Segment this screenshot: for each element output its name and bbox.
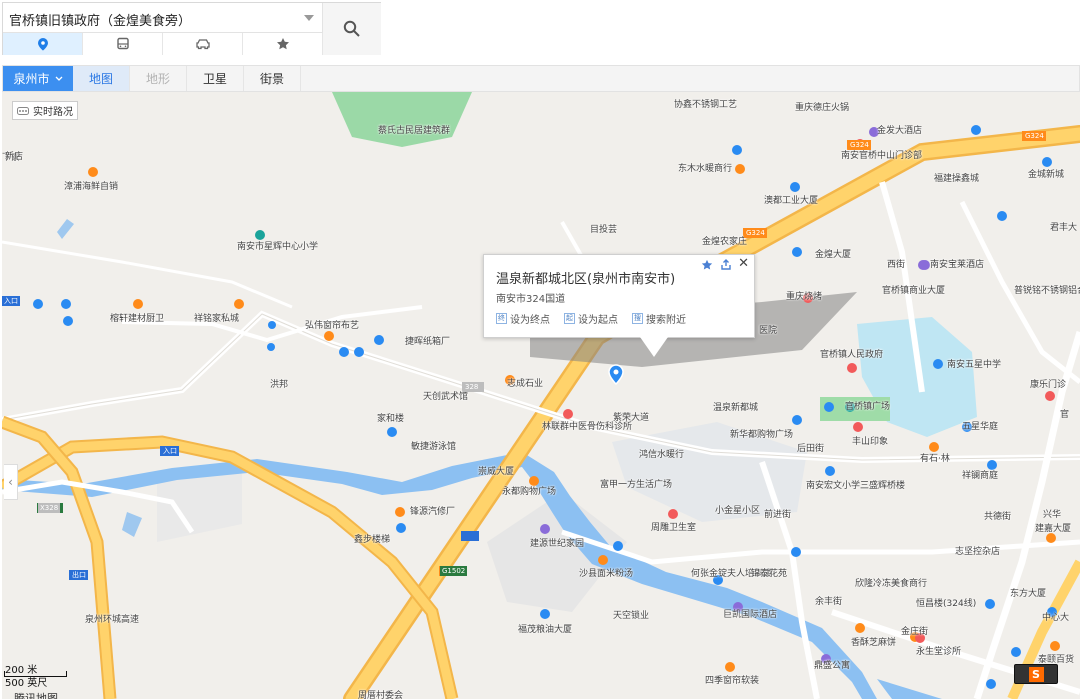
search-query-text: 官桥镇旧镇政府（金煌美食旁） (9, 14, 192, 29)
popup-address: 南安市324国道 (496, 294, 566, 305)
search-nearby-label: 搜索附近 (646, 315, 686, 326)
road-label: 328 (463, 382, 481, 392)
tab-favorites[interactable] (243, 33, 323, 55)
popup-pointer (640, 337, 668, 357)
road-label: 入口 (161, 446, 179, 456)
destination-icon: 终 (496, 313, 507, 324)
brand-logo: 腾讯地图 (14, 692, 58, 699)
location-popup: 温泉新都城北区(泉州市南安市) 南安市324国道 终 设为终点 起 设为起点 搜… (483, 254, 755, 338)
tab-terrain[interactable]: 地形 (130, 66, 187, 91)
search-nearby-icon: 搜 (632, 313, 643, 324)
chevron-down-icon (55, 76, 62, 81)
star-icon (276, 38, 289, 50)
tab-satellite[interactable]: 卫星 (187, 66, 244, 91)
set-destination-label: 设为终点 (510, 315, 550, 326)
set-origin-action[interactable]: 起 设为起点 (564, 311, 618, 326)
set-origin-label: 设为起点 (578, 315, 618, 326)
favorite-star-icon[interactable] (701, 259, 713, 271)
city-selector[interactable]: 泉州市 (3, 66, 73, 91)
map-canvas[interactable]: 实时路况 ‹ S 蔡氏古民居建筑群 下寮 漳浦海鲜自销 南安市星辉中心小学 榕轩建材厨卫… (2, 92, 1080, 699)
search-panel: 官桥镇旧镇政府（金煌美食旁） (2, 2, 381, 55)
scale-bar (4, 671, 67, 677)
tab-map[interactable]: 地图 (73, 66, 130, 91)
map-app: 官桥镇旧镇政府（金煌美食旁） 泉州市 地图 地形 卫星 街景 实时路况 ‹ S … (0, 0, 1080, 699)
search-nearby-action[interactable]: 搜 搜索附近 (632, 311, 686, 326)
search-input[interactable]: 官桥镇旧镇政府（金煌美食旁） (3, 3, 323, 33)
s-widget[interactable]: S (1014, 664, 1058, 684)
tab-location[interactable] (3, 33, 83, 55)
dropdown-arrow-icon[interactable] (304, 15, 314, 21)
popup-tools (701, 259, 732, 271)
search-icon (343, 20, 360, 37)
road-label: 出口 (70, 570, 88, 580)
road-label: G324 (744, 228, 767, 238)
tab-car[interactable] (163, 33, 243, 55)
share-icon[interactable] (720, 259, 732, 271)
set-destination-action[interactable]: 终 设为终点 (496, 311, 550, 326)
tab-street-view[interactable]: 街景 (244, 66, 301, 91)
road-labels-layer: G324 G324 G324 G1502 X328 328 入口 入口 出口 (2, 92, 1080, 699)
popup-actions: 终 设为终点 起 设为起点 搜 搜索附近 (496, 311, 686, 326)
road-label: G324 (848, 140, 871, 150)
close-popup-button[interactable]: ✕ (738, 256, 749, 271)
tab-bus[interactable] (83, 33, 163, 55)
bus-icon (116, 37, 129, 50)
car-icon (195, 39, 210, 50)
s-logo-icon: S (1028, 666, 1044, 682)
popup-title: 温泉新都城北区(泉州市南安市) (496, 272, 676, 287)
location-icon (37, 38, 48, 51)
map-toolbar: 泉州市 地图 地形 卫星 街景 (2, 65, 1080, 92)
city-label: 泉州市 (13, 72, 50, 86)
road-label: X328 (38, 503, 61, 513)
road-label: G1502 (440, 566, 468, 576)
road-label: 入口 (2, 296, 20, 306)
search-button[interactable] (323, 3, 381, 55)
transport-mode-tabs (3, 33, 323, 55)
road-label: G324 (1023, 131, 1046, 141)
origin-icon: 起 (564, 313, 575, 324)
